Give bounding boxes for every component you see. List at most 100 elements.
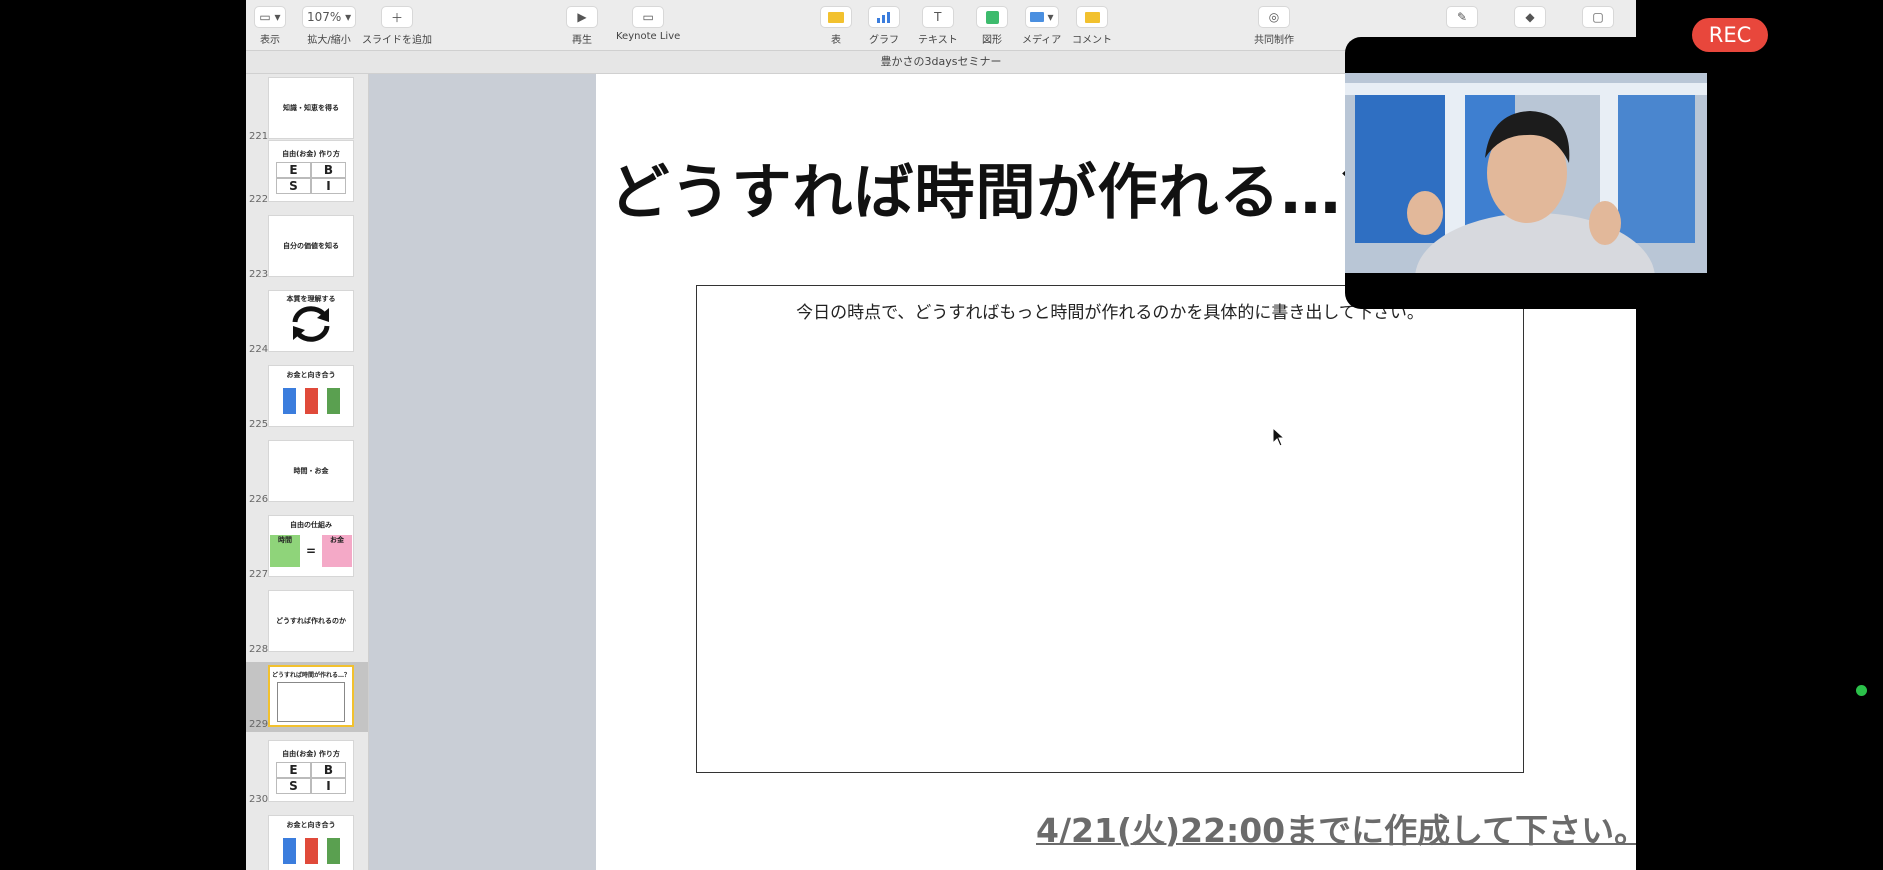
- add-slide-button[interactable]: ＋ スライドを追加: [362, 6, 432, 46]
- play-label: 再生: [572, 35, 592, 46]
- slide-thumbnail-227[interactable]: 自由の仕組み 時間 = お金 227: [246, 512, 368, 582]
- plus-icon: ＋: [381, 6, 413, 28]
- thumb-title: 自由の仕組み: [290, 521, 332, 529]
- cycle-arrows-icon: [292, 306, 330, 342]
- format-button[interactable]: ✎: [1446, 6, 1478, 31]
- slide-thumbnail-231[interactable]: お金と向き合う: [246, 812, 368, 870]
- slide-thumbnail-229[interactable]: どうすれば時間が作れる…？ 229: [246, 662, 368, 732]
- thumb-title: どうすれば作れるのか: [276, 617, 346, 625]
- comment-icon: [1076, 6, 1108, 28]
- zoom-menu[interactable]: 107% ▾: [302, 6, 357, 28]
- keynote-live-label: Keynote Live: [616, 31, 681, 42]
- slide-number: 228: [249, 644, 269, 655]
- brush-icon: ✎: [1446, 6, 1478, 28]
- comment-label: コメント: [1072, 35, 1112, 46]
- play-icon: ▶: [566, 6, 598, 28]
- shape-icon: [976, 6, 1008, 28]
- slide-number: 223: [249, 269, 269, 280]
- slide-navigator[interactable]: 知識・知恵を得る 221 自由(お金) 作り方 E B S I 222 自分の価…: [246, 74, 369, 870]
- thumb-title: どうすれば時間が作れる…？: [271, 672, 350, 679]
- thumb-title: 時間・お金: [293, 467, 329, 475]
- slide-thumbnail-224[interactable]: 本質を理解する 224: [246, 287, 368, 357]
- thumb-left-box: 時間: [269, 535, 300, 567]
- thumb-title: 知識・知恵を得る: [283, 104, 339, 112]
- ebsi-grid: E B S I: [276, 761, 346, 794]
- webcam-overlay[interactable]: [1345, 37, 1707, 309]
- grid-cell: I: [311, 177, 346, 194]
- keynote-live-button[interactable]: ▭ Keynote Live: [616, 6, 680, 42]
- slide-number: 222: [249, 194, 269, 205]
- status-dot: [1856, 685, 1867, 696]
- ebsi-grid: E B S I: [276, 161, 346, 194]
- slide-number: 227: [249, 569, 269, 580]
- grid-cell: B: [311, 161, 346, 178]
- slide-thumbnail-221[interactable]: 知識・知恵を得る 221: [246, 74, 368, 144]
- grid-cell: B: [311, 761, 346, 778]
- zoom-label: 拡大/縮小: [307, 35, 351, 46]
- collaborate-button[interactable]: ◎ 共同制作: [1254, 6, 1294, 46]
- thumb-title: 自由(お金) 作り方: [282, 749, 340, 758]
- thumb-color-blocks: [282, 388, 340, 414]
- collaborate-icon: ◎: [1258, 6, 1290, 28]
- document-icon: ▢: [1582, 6, 1614, 28]
- text-icon: T: [921, 6, 954, 28]
- view-icon: ▭ ▾: [254, 6, 286, 28]
- table-icon: [820, 6, 852, 28]
- answer-box[interactable]: 今日の時点で、どうすればもっと時間が作れるのかを具体的に書き出して下さい。: [696, 285, 1524, 773]
- rec-badge: REC: [1692, 18, 1768, 52]
- thumb-title: お金と向き合う: [286, 371, 336, 379]
- deadline-text[interactable]: 4/21(火)22:00までに作成して下さい。: [1036, 804, 1636, 852]
- slide-number: 230: [249, 794, 269, 805]
- grid-cell: I: [311, 777, 346, 794]
- view-button[interactable]: ▭ ▾ 表示: [254, 6, 286, 46]
- thumb-title: 自分の価値を知る: [283, 242, 339, 250]
- document-button[interactable]: ▢: [1582, 6, 1614, 31]
- table-label: 表: [831, 35, 841, 46]
- chart-label: グラフ: [869, 35, 899, 46]
- shape-button[interactable]: 図形: [976, 6, 1008, 46]
- thumb-color-blocks: [282, 838, 340, 864]
- slide-thumbnail-222[interactable]: 自由(お金) 作り方 E B S I 222: [246, 137, 368, 207]
- slide-number: 229: [249, 719, 269, 730]
- slide-title[interactable]: どうすれば時間が作れる…？: [596, 144, 1416, 231]
- collaborate-label: 共同制作: [1254, 35, 1294, 46]
- media-label: メディア: [1022, 35, 1062, 46]
- text-label: テキスト: [918, 35, 958, 46]
- webcam-feed: [1345, 73, 1707, 273]
- slide-thumbnail-223[interactable]: 自分の価値を知る 223: [246, 212, 368, 282]
- thumb-equation: 時間 = お金: [269, 535, 353, 567]
- grid-cell: S: [276, 777, 311, 794]
- slide-thumbnail-228[interactable]: どうすれば作れるのか 228: [246, 587, 368, 657]
- grid-cell: E: [276, 161, 311, 178]
- view-label: 表示: [260, 35, 280, 46]
- webcam-frame: [1345, 73, 1707, 273]
- display-icon: ▭: [632, 6, 665, 28]
- chart-icon: [868, 6, 900, 28]
- shape-label: 図形: [982, 35, 1002, 46]
- animate-button[interactable]: ◆: [1514, 6, 1546, 31]
- slide-thumbnail-230[interactable]: 自由(お金) 作り方 E B S I 230: [246, 737, 368, 807]
- text-button[interactable]: T テキスト: [918, 6, 958, 46]
- comment-button[interactable]: コメント: [1072, 6, 1112, 46]
- zoom-button[interactable]: 107% ▾ 拡大/縮小: [302, 6, 357, 46]
- diamond-icon: ◆: [1514, 6, 1546, 28]
- thumb-title: お金と向き合う: [286, 821, 336, 829]
- media-button[interactable]: ▾ メディア: [1022, 6, 1061, 46]
- play-button[interactable]: ▶ 再生: [566, 6, 598, 46]
- thumb-right-box: お金: [322, 535, 353, 567]
- add-slide-label: スライドを追加: [362, 35, 432, 46]
- chart-button[interactable]: グラフ: [868, 6, 900, 46]
- thumb-title: 本質を理解する: [286, 295, 336, 303]
- table-button[interactable]: 表: [820, 6, 852, 46]
- slide-thumbnail-225[interactable]: お金と向き合う 225: [246, 362, 368, 432]
- grid-cell: S: [276, 177, 311, 194]
- slide-number: 226: [249, 494, 269, 505]
- slide-thumbnail-226[interactable]: 時間・お金 226: [246, 437, 368, 507]
- slide-number: 225: [249, 419, 269, 430]
- grid-cell: E: [276, 761, 311, 778]
- mouse-cursor-icon: [1272, 427, 1286, 447]
- slide-number: 224: [249, 344, 269, 355]
- thumb-title: 自由(お金) 作り方: [282, 149, 340, 158]
- zoom-value: 107%: [307, 10, 342, 24]
- media-icon: ▾: [1024, 6, 1059, 28]
